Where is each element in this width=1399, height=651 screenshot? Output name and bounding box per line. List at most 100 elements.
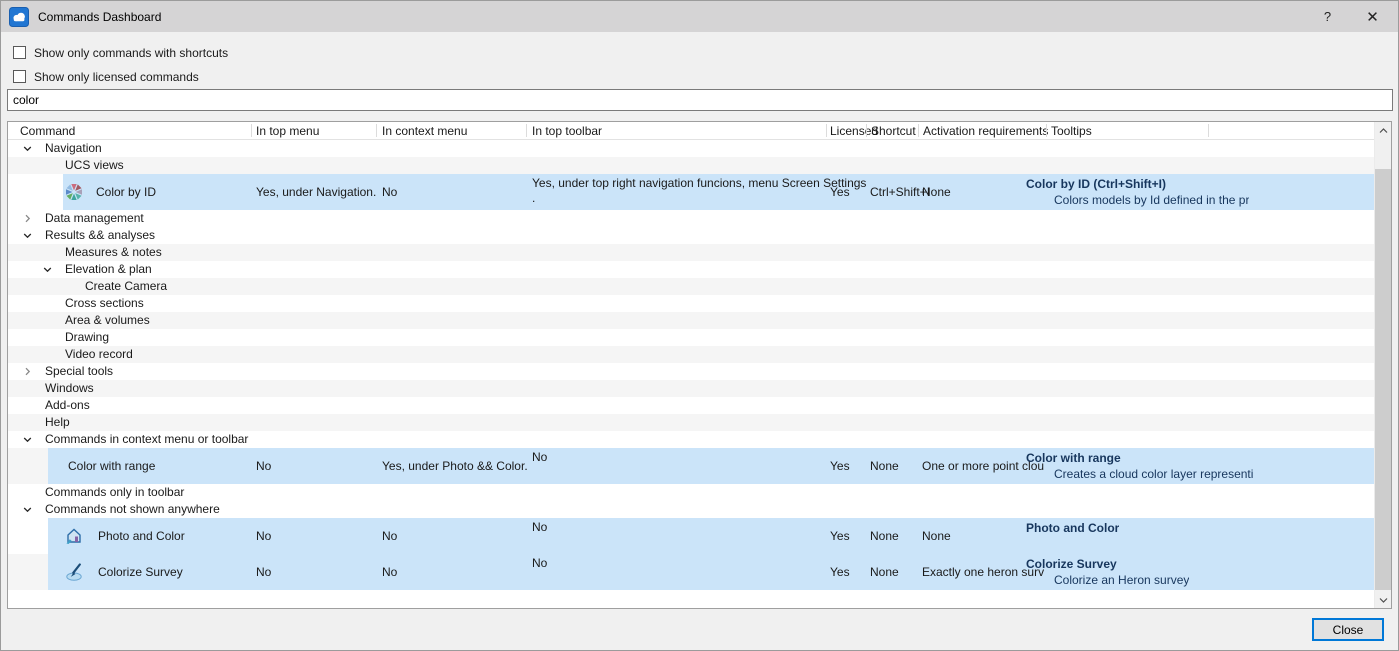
tooltip-body: Colorize an Heron survey bbox=[1054, 573, 1189, 588]
cell-licensed: Yes bbox=[830, 564, 850, 580]
table-row[interactable]: Special tools bbox=[8, 363, 1374, 380]
chevron-expanded-icon[interactable] bbox=[23, 505, 32, 514]
checkbox-box[interactable] bbox=[13, 70, 26, 83]
cell-shortcut: None bbox=[870, 528, 899, 544]
table-header: Command In top menu In context menu In t… bbox=[8, 122, 1374, 140]
chevron-expanded-icon[interactable] bbox=[23, 231, 32, 240]
column-header-top-menu[interactable]: In top menu bbox=[256, 122, 319, 140]
tooltip-body: Creates a cloud color layer representi bbox=[1054, 467, 1253, 482]
cell-licensed: Yes bbox=[830, 528, 850, 544]
table-row[interactable]: Data management bbox=[8, 210, 1374, 227]
show-shortcuts-checkbox[interactable]: Show only commands with shortcuts bbox=[13, 45, 228, 60]
window-close-icon[interactable]: ✕ bbox=[1350, 1, 1395, 32]
close-button[interactable]: Close bbox=[1312, 618, 1384, 641]
column-separator bbox=[376, 124, 377, 137]
cell-in-top-toolbar: No bbox=[532, 556, 872, 571]
chevron-collapsed-icon[interactable] bbox=[23, 214, 32, 223]
category-label: Drawing bbox=[65, 329, 109, 346]
table-row[interactable]: Color with rangeNoYes, under Photo && Co… bbox=[8, 448, 1374, 484]
table-row[interactable]: Color by IDYes, under Navigation.NoYes, … bbox=[8, 174, 1374, 210]
table-row[interactable]: Navigation bbox=[8, 140, 1374, 157]
category-label: Navigation bbox=[45, 140, 102, 157]
chevron-expanded-icon[interactable] bbox=[23, 144, 32, 153]
table-row[interactable]: Results && analyses bbox=[8, 227, 1374, 244]
table-row[interactable]: Video record bbox=[8, 346, 1374, 363]
command-label: Color with range bbox=[68, 458, 155, 474]
table-row[interactable]: Photo and ColorNoNoNoYesNoneNonePhoto an… bbox=[8, 518, 1374, 554]
table-row[interactable]: Cross sections bbox=[8, 295, 1374, 312]
table-row[interactable]: Commands not shown anywhere bbox=[8, 501, 1374, 518]
cell-shortcut: None bbox=[870, 564, 899, 580]
scroll-up-icon[interactable] bbox=[1375, 122, 1391, 139]
tooltip-title: Photo and Color bbox=[1026, 521, 1119, 536]
help-button[interactable]: ? bbox=[1305, 1, 1350, 32]
app-icon bbox=[9, 7, 29, 27]
title-bar[interactable]: Commands Dashboard ? ✕ bbox=[1, 1, 1398, 32]
table-row[interactable]: Measures & notes bbox=[8, 244, 1374, 261]
cell-in-top-toolbar: Yes, under top right navigation funcions… bbox=[532, 176, 872, 206]
column-header-command[interactable]: Command bbox=[20, 122, 75, 140]
scroll-down-icon[interactable] bbox=[1375, 591, 1391, 608]
column-header-top-toolbar[interactable]: In top toolbar bbox=[532, 122, 602, 140]
table-row[interactable]: Area & volumes bbox=[8, 312, 1374, 329]
column-separator bbox=[526, 124, 527, 137]
column-separator bbox=[1046, 124, 1047, 137]
checkbox-box[interactable] bbox=[13, 46, 26, 59]
category-label: Cross sections bbox=[65, 295, 144, 312]
commands-table: Command In top menu In context menu In t… bbox=[7, 121, 1392, 609]
category-label: Add-ons bbox=[45, 397, 90, 414]
tooltip-body: Colors models by Id defined in the pr bbox=[1054, 193, 1249, 208]
category-label: Commands only in toolbar bbox=[45, 484, 184, 501]
table-row[interactable]: Windows bbox=[8, 380, 1374, 397]
scrollbar-thumb[interactable] bbox=[1375, 169, 1391, 590]
column-header-context-menu[interactable]: In context menu bbox=[382, 122, 467, 140]
category-label: Video record bbox=[65, 346, 133, 363]
command-label: Color by ID bbox=[96, 184, 156, 200]
search-input[interactable] bbox=[7, 89, 1393, 111]
column-header-tooltips[interactable]: Tooltips bbox=[1051, 122, 1092, 140]
category-label: Help bbox=[45, 414, 70, 431]
photo-and-color-icon bbox=[65, 527, 83, 545]
command-label: Colorize Survey bbox=[98, 564, 183, 580]
column-separator bbox=[866, 124, 867, 137]
color-by-id-icon bbox=[65, 183, 83, 201]
cell-in-context-menu: No bbox=[382, 564, 397, 580]
cell-in-top-menu: No bbox=[256, 528, 271, 544]
column-separator bbox=[918, 124, 919, 137]
cell-in-context-menu: No bbox=[382, 528, 397, 544]
table-row[interactable]: Colorize SurveyNoNoNoYesNoneExactly one … bbox=[8, 554, 1374, 590]
category-label: Data management bbox=[45, 210, 144, 227]
chevron-expanded-icon[interactable] bbox=[23, 435, 32, 444]
tooltip-title: Color by ID (Ctrl+Shift+I) bbox=[1026, 177, 1166, 192]
cell-in-top-menu: No bbox=[256, 458, 271, 474]
window-title: Commands Dashboard bbox=[38, 10, 161, 24]
table-row[interactable]: Commands only in toolbar bbox=[8, 484, 1374, 501]
column-separator bbox=[826, 124, 827, 137]
category-label: Special tools bbox=[45, 363, 113, 380]
show-licensed-checkbox[interactable]: Show only licensed commands bbox=[13, 69, 199, 84]
cell-licensed: Yes bbox=[830, 458, 850, 474]
table-row[interactable]: Commands in context menu or toolbar bbox=[8, 431, 1374, 448]
cell-in-top-toolbar: No bbox=[532, 450, 872, 465]
table-row[interactable]: Add-ons bbox=[8, 397, 1374, 414]
chevron-expanded-icon[interactable] bbox=[43, 265, 52, 274]
table-body: NavigationUCS views Color by ID Yes, under… bbox=[8, 140, 1374, 608]
checkbox-label: Show only commands with shortcuts bbox=[34, 46, 228, 60]
chevron-collapsed-icon[interactable] bbox=[23, 367, 32, 376]
column-header-activation[interactable]: Activation requirements bbox=[923, 122, 1048, 140]
column-separator bbox=[251, 124, 252, 137]
table-row[interactable]: Elevation & plan bbox=[8, 261, 1374, 278]
category-label: Area & volumes bbox=[65, 312, 150, 329]
column-header-shortcut[interactable]: Shortcut bbox=[871, 122, 916, 140]
cell-in-top-menu: Yes, under Navigation. bbox=[256, 184, 376, 200]
vertical-scrollbar[interactable] bbox=[1374, 122, 1391, 608]
table-row[interactable]: UCS views bbox=[8, 157, 1374, 174]
table-row[interactable]: Create Camera bbox=[8, 278, 1374, 295]
category-label: Create Camera bbox=[85, 278, 167, 295]
cell-in-top-menu: No bbox=[256, 564, 271, 580]
table-row[interactable]: Drawing bbox=[8, 329, 1374, 346]
table-row[interactable]: Help bbox=[8, 414, 1374, 431]
cell-licensed: Yes bbox=[830, 184, 850, 200]
category-label: Commands not shown anywhere bbox=[45, 501, 220, 518]
colorize-survey-icon bbox=[65, 563, 83, 581]
